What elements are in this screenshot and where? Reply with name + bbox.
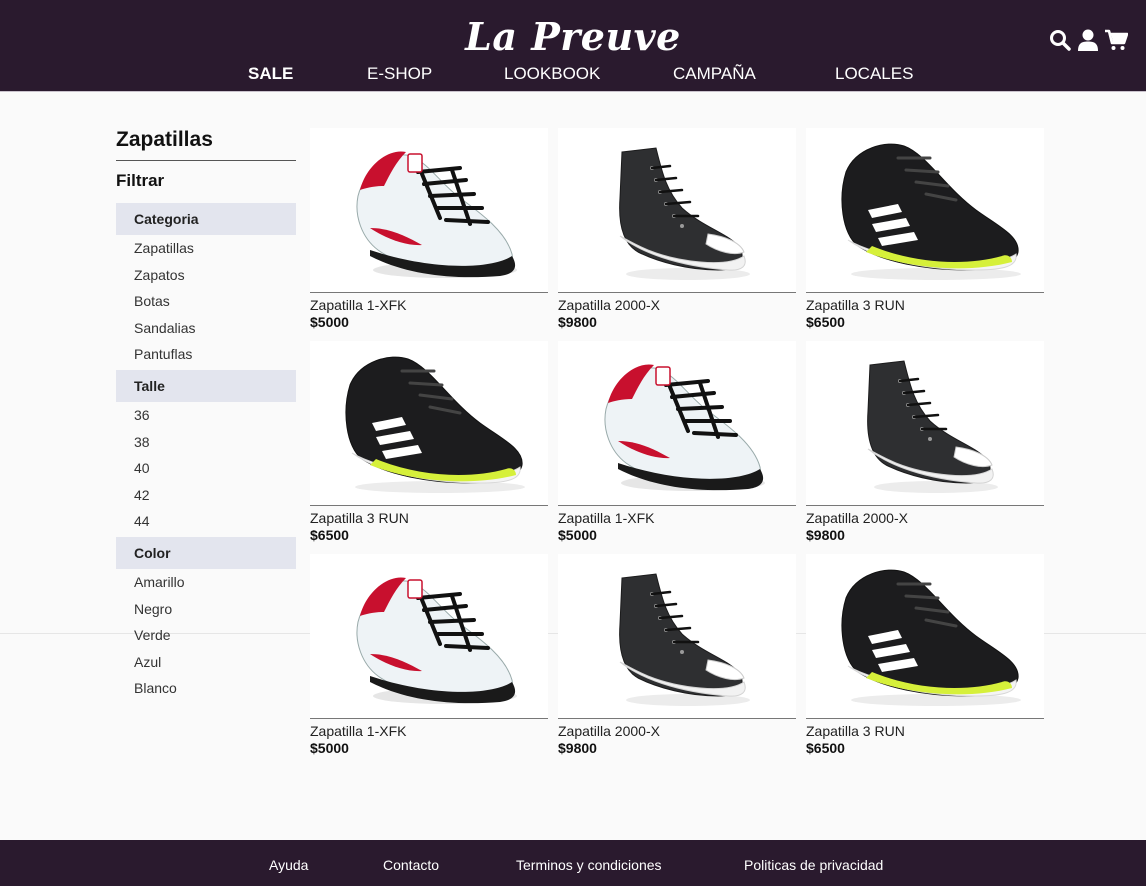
nav-campana[interactable]: CAMPAÑA [673, 64, 756, 84]
product-name[interactable]: Zapatilla 3 RUN [806, 297, 1044, 314]
nav-sale[interactable]: SALE [248, 64, 293, 84]
product-card[interactable]: Zapatilla 1-XFK $5000 [558, 341, 796, 546]
nav-locales[interactable]: LOCALES [835, 64, 913, 84]
product-price: $6500 [806, 314, 845, 330]
product-price: $6500 [806, 740, 845, 756]
product-name[interactable]: Zapatilla 2000-X [558, 297, 796, 314]
product-image[interactable] [558, 128, 796, 293]
filter-option[interactable]: 40 [116, 455, 296, 482]
product-price: $9800 [558, 314, 597, 330]
site-footer: Ayuda Contacto Terminos y condiciones Po… [0, 840, 1146, 886]
product-price: $5000 [310, 740, 349, 756]
footer-link-privacidad[interactable]: Politicas de privacidad [744, 857, 883, 873]
search-icon[interactable] [1048, 28, 1072, 52]
main-nav: SALE E-SHOP LOOKBOOK CAMPAÑA LOCALES [0, 64, 1146, 86]
product-price: $9800 [558, 740, 597, 756]
product-image[interactable] [310, 554, 548, 719]
cart-icon[interactable] [1104, 28, 1128, 52]
product-name[interactable]: Zapatilla 1-XFK [310, 723, 548, 740]
product-image[interactable] [806, 341, 1044, 506]
product-image[interactable] [310, 341, 548, 506]
nav-lookbook[interactable]: LOOKBOOK [504, 64, 600, 84]
product-price: $6500 [310, 527, 349, 543]
nav-eshop[interactable]: E-SHOP [367, 64, 432, 84]
product-price: $5000 [558, 527, 597, 543]
site-header: La Preuve SALE E-SHOP LOOKBOOK CAMPAÑA L… [0, 0, 1146, 92]
brand-logo[interactable]: La Preuve [0, 14, 1146, 59]
product-image[interactable] [806, 554, 1044, 719]
filter-group-categoria[interactable]: Categoria [116, 203, 296, 235]
product-name[interactable]: Zapatilla 2000-X [558, 723, 796, 740]
filter-option[interactable]: 38 [116, 429, 296, 456]
filter-option[interactable]: Sandalias [116, 315, 296, 342]
product-card[interactable]: Zapatilla 2000-X $9800 [558, 128, 796, 333]
filter-option[interactable]: Pantuflas [116, 341, 296, 368]
product-name[interactable]: Zapatilla 3 RUN [310, 510, 548, 527]
category-title: Zapatillas [116, 128, 296, 161]
footer-link-terminos[interactable]: Terminos y condiciones [516, 857, 662, 873]
filter-option[interactable]: Zapatillas [116, 235, 296, 262]
product-card[interactable]: Zapatilla 2000-X $9800 [558, 554, 796, 759]
filter-option[interactable]: Azul [116, 649, 296, 676]
filter-option[interactable]: Zapatos [116, 262, 296, 289]
footer-link-contacto[interactable]: Contacto [383, 857, 439, 873]
product-image[interactable] [806, 128, 1044, 293]
filter-option[interactable]: Verde [116, 622, 296, 649]
filter-group-talle[interactable]: Talle [116, 369, 296, 402]
filter-option[interactable]: Botas [116, 288, 296, 315]
product-name[interactable]: Zapatilla 1-XFK [310, 297, 548, 314]
filter-option[interactable]: Blanco [116, 675, 296, 702]
product-name[interactable]: Zapatilla 2000-X [806, 510, 1044, 527]
product-card[interactable]: Zapatilla 2000-X $9800 [806, 341, 1044, 546]
product-card[interactable]: Zapatilla 1-XFK $5000 [310, 554, 548, 759]
product-name[interactable]: Zapatilla 1-XFK [558, 510, 796, 527]
filter-option[interactable]: 36 [116, 402, 296, 429]
filter-sidebar: Zapatillas Filtrar Categoria Zapatillas … [116, 128, 296, 702]
product-image[interactable] [558, 341, 796, 506]
filter-option[interactable]: 44 [116, 508, 296, 535]
user-icon[interactable] [1076, 28, 1100, 52]
product-card[interactable]: Zapatilla 3 RUN $6500 [806, 128, 1044, 333]
product-card[interactable]: Zapatilla 1-XFK $5000 [310, 128, 548, 333]
product-card[interactable]: Zapatilla 3 RUN $6500 [310, 341, 548, 546]
filter-group-color[interactable]: Color [116, 536, 296, 569]
product-price: $5000 [310, 314, 349, 330]
product-image[interactable] [558, 554, 796, 719]
filter-heading: Filtrar [116, 171, 165, 190]
product-name[interactable]: Zapatilla 3 RUN [806, 723, 1044, 740]
filter-option[interactable]: 42 [116, 482, 296, 509]
filter-option[interactable]: Negro [116, 596, 296, 623]
footer-link-ayuda[interactable]: Ayuda [269, 857, 308, 873]
filter-option[interactable]: Amarillo [116, 569, 296, 596]
product-card[interactable]: Zapatilla 3 RUN $6500 [806, 554, 1044, 759]
product-price: $9800 [806, 527, 845, 543]
product-image[interactable] [310, 128, 548, 293]
